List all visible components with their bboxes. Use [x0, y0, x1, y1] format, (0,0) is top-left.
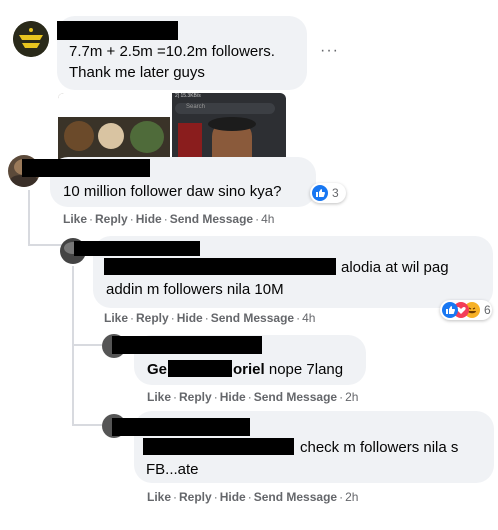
redacted-author-name: [22, 159, 150, 177]
separator: ·: [247, 390, 252, 404]
separator: ·: [296, 311, 301, 325]
separator: ·: [339, 390, 344, 404]
comment-text-line: Thank me later guys: [69, 64, 205, 81]
timestamp[interactable]: 2h: [345, 490, 358, 504]
thread-line: [72, 424, 104, 426]
comment-actions: Like · Reply · Hide · Send Message · 4h: [104, 311, 315, 325]
comment-body: nope 7lang: [268, 361, 344, 378]
redacted-name-middle: [168, 360, 233, 377]
comment-text-line: addin m followers nila 10M: [106, 281, 284, 298]
separator: ·: [163, 212, 168, 226]
separator: ·: [173, 390, 178, 404]
separator: ·: [213, 490, 218, 504]
comment-text-line: 7.7m + 2.5m =10.2m followers.: [69, 43, 275, 60]
separator: ·: [170, 311, 175, 325]
send-message-action[interactable]: Send Message: [254, 390, 337, 404]
attachment-image-right[interactable]: 2| 15.3KB/s Search: [172, 93, 286, 159]
separator: ·: [255, 212, 260, 226]
redacted-author-name: [112, 336, 262, 354]
separator: ·: [339, 490, 344, 504]
separator: ·: [247, 490, 252, 504]
attachment-image-left[interactable]: [58, 93, 170, 159]
comment-text-line: check m followers nila s: [300, 439, 459, 456]
avatar-logo-icon: [13, 21, 49, 57]
timestamp[interactable]: 4h: [302, 311, 315, 325]
send-message-action[interactable]: Send Message: [211, 311, 294, 325]
separator: ·: [204, 311, 209, 325]
like-action[interactable]: Like: [147, 390, 171, 404]
avatar[interactable]: [13, 21, 49, 57]
reply-action[interactable]: Reply: [179, 490, 212, 504]
hide-action[interactable]: Hide: [220, 390, 246, 404]
separator: ·: [129, 212, 134, 226]
hide-action[interactable]: Hide: [220, 490, 246, 504]
reply-action[interactable]: Reply: [136, 311, 169, 325]
comment-actions: Like · Reply · Hide · Send Message · 2h: [147, 490, 358, 504]
more-options-icon[interactable]: ···: [320, 42, 339, 60]
send-message-action[interactable]: Send Message: [254, 490, 337, 504]
redacted-author-name: [57, 21, 178, 40]
timestamp[interactable]: 4h: [261, 212, 274, 226]
reaction-count: 6: [484, 303, 491, 317]
comment-text: 7.7m + 2.5m =10.2m followers. Thank me l…: [69, 41, 275, 83]
reaction-summary[interactable]: 3: [310, 183, 346, 203]
redacted-author-name: [74, 241, 200, 256]
separator: ·: [173, 490, 178, 504]
like-action[interactable]: Like: [63, 212, 87, 226]
thread-line: [72, 344, 104, 346]
attachment-status-text: 2| 15.3KB/s: [175, 93, 201, 99]
comment-text: Ge oriel nope 7lang: [147, 360, 343, 380]
thread-line: [72, 266, 74, 426]
like-action[interactable]: Like: [147, 490, 171, 504]
comment-actions: Like · Reply · Hide · Send Message · 4h: [63, 212, 274, 226]
separator: ·: [130, 311, 135, 325]
comment-text-line: alodia at wil pag: [341, 259, 449, 276]
redacted-author-name: [112, 418, 250, 436]
redacted-text: [104, 258, 336, 275]
send-message-action[interactable]: Send Message: [170, 212, 253, 226]
author-name-start[interactable]: Ge: [147, 361, 167, 378]
reaction-count: 3: [332, 186, 339, 200]
hide-action[interactable]: Hide: [177, 311, 203, 325]
timestamp[interactable]: 2h: [345, 390, 358, 404]
hide-action[interactable]: Hide: [136, 212, 162, 226]
attachment-search-text: Search: [186, 104, 206, 110]
like-reaction-icon: [312, 185, 328, 201]
author-name-end[interactable]: oriel: [233, 361, 265, 378]
comment-text-line: FB...ate: [146, 461, 199, 478]
like-reaction-icon: [442, 302, 458, 318]
thread-line: [28, 190, 30, 246]
reaction-summary[interactable]: 6: [440, 300, 492, 320]
like-action[interactable]: Like: [104, 311, 128, 325]
separator: ·: [89, 212, 94, 226]
separator: ·: [213, 390, 218, 404]
reply-action[interactable]: Reply: [179, 390, 212, 404]
comment-actions: Like · Reply · Hide · Send Message · 2h: [147, 390, 358, 404]
reply-action[interactable]: Reply: [95, 212, 128, 226]
redacted-text: [143, 438, 294, 455]
comment-text: 10 million follower daw sino kya?: [63, 183, 282, 200]
